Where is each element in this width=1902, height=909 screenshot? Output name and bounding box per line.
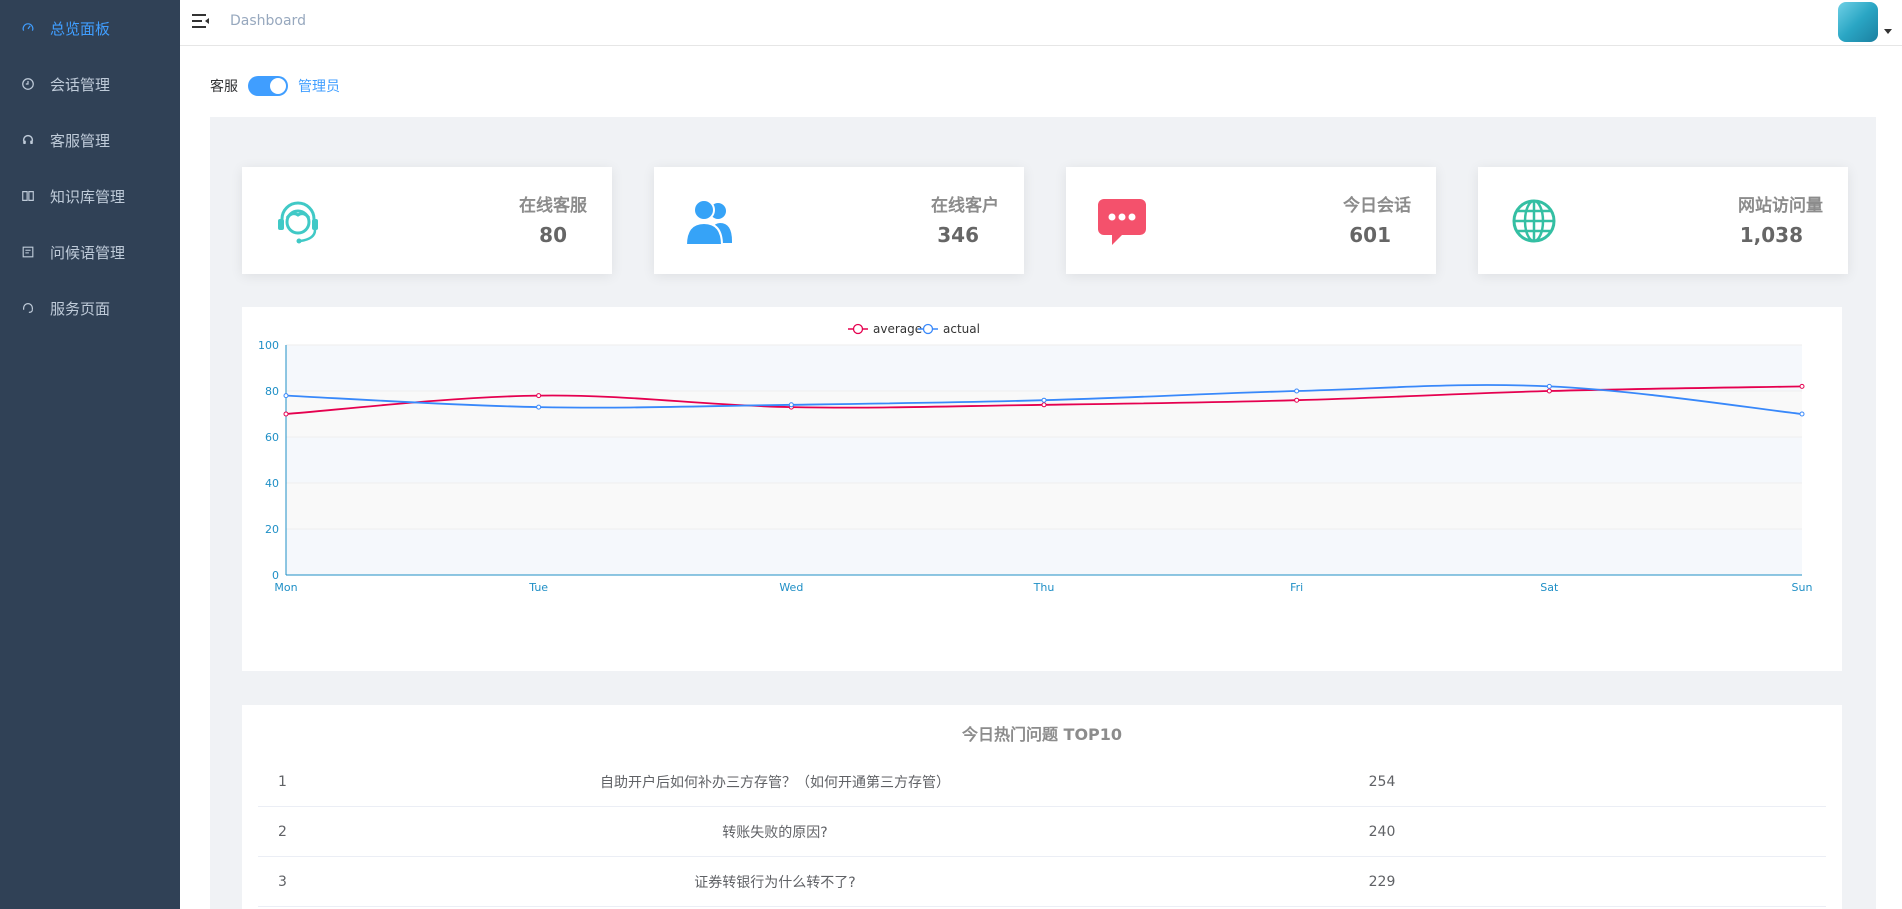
stat-card-today-sessions[interactable]: 今日会话 601 bbox=[1066, 167, 1436, 274]
sidebar-item-service-page[interactable]: 服务页面 bbox=[0, 280, 180, 336]
sidebar-item-label: 客服管理 bbox=[50, 131, 111, 150]
switch-knob bbox=[270, 78, 286, 94]
people-icon bbox=[682, 193, 738, 249]
rank-cell: 3 bbox=[258, 856, 369, 907]
x-tick-label: Mon bbox=[274, 581, 297, 594]
stat-title: 今日会话 bbox=[1343, 196, 1411, 216]
series-point-actual bbox=[788, 402, 794, 408]
series-point-actual bbox=[283, 393, 289, 399]
stat-value: 601 bbox=[1349, 223, 1391, 247]
user-menu[interactable] bbox=[1838, 2, 1892, 42]
globe-icon bbox=[1506, 193, 1562, 249]
series-point-average bbox=[1294, 397, 1300, 403]
grid-band bbox=[286, 345, 1802, 391]
dashboard-icon bbox=[20, 20, 36, 36]
hot-questions-title: 今日热门问题 TOP10 bbox=[961, 725, 1123, 744]
grid-band bbox=[286, 437, 1802, 483]
count-cell: 254 bbox=[1181, 757, 1583, 807]
x-tick-label: Fri bbox=[1290, 581, 1303, 594]
clock-icon bbox=[20, 76, 36, 92]
role-admin-label: 管理员 bbox=[298, 79, 340, 95]
hot-questions-panel: 今日热门问题 TOP10 1 自助开户后如何补办三方存管？（如何开通第三方存管）… bbox=[242, 705, 1842, 909]
sidebar-item-label: 知识库管理 bbox=[50, 187, 126, 206]
x-tick-label: Wed bbox=[779, 581, 803, 594]
series-point-average bbox=[1546, 388, 1552, 394]
y-tick-label: 20 bbox=[265, 523, 279, 536]
sidebar-item-knowledge-base[interactable]: 知识库管理 bbox=[0, 168, 180, 224]
grid-band bbox=[286, 529, 1802, 575]
x-tick-label: Thu bbox=[1033, 581, 1055, 594]
breadcrumb: Dashboard bbox=[230, 13, 306, 29]
stat-title: 在线客户 bbox=[931, 196, 999, 216]
book-icon bbox=[20, 188, 36, 204]
sidebar-item-dashboard[interactable]: 总览面板 bbox=[0, 0, 180, 56]
sidebar-item-greetings[interactable]: 问候语管理 bbox=[0, 224, 180, 280]
series-point-actual bbox=[1041, 397, 1047, 403]
legend-marker-average bbox=[852, 323, 864, 335]
sidebar-item-sessions[interactable]: 会话管理 bbox=[0, 56, 180, 112]
line-chart-svg: 020406080100Mon Tue Wed Thu Fri Sat Sunaverage… bbox=[258, 322, 1813, 594]
headset-icon bbox=[20, 132, 36, 148]
sidebar-item-label: 问候语管理 bbox=[50, 243, 126, 262]
x-tick-label: Sat bbox=[1540, 581, 1559, 594]
question-cell: 转账失败的原因? bbox=[369, 806, 1181, 857]
x-tick-label: Tue bbox=[528, 581, 548, 594]
x-tick-label: Sun bbox=[1792, 581, 1813, 594]
count-cell: 229 bbox=[1181, 856, 1583, 907]
series-point-actual bbox=[1546, 383, 1552, 389]
stat-card-online-agents[interactable]: 在线客服 80 bbox=[242, 167, 612, 274]
legend-label-average: average bbox=[873, 322, 922, 336]
rank-cell: 1 bbox=[258, 757, 369, 807]
customer-service-icon bbox=[270, 193, 326, 249]
y-tick-label: 40 bbox=[265, 477, 279, 490]
chat-bubble-icon bbox=[1094, 193, 1150, 249]
grid-band bbox=[286, 483, 1802, 529]
dashboard-panel: 在线客服 80 在线客户 346 今日会话 601 网站访问量 1,038 0 … bbox=[210, 117, 1876, 909]
series-point-average bbox=[1799, 383, 1805, 389]
y-tick-label: 60 bbox=[265, 431, 279, 444]
sidebar-item-label: 总览面板 bbox=[50, 19, 111, 38]
hamburger-menu-icon[interactable] bbox=[192, 13, 210, 29]
series-point-average bbox=[1041, 402, 1047, 408]
caret-down-icon[interactable] bbox=[1884, 29, 1892, 34]
top-navbar: Dashboard bbox=[180, 0, 1902, 46]
series-point-average bbox=[283, 411, 289, 417]
count-cell: 240 bbox=[1181, 806, 1583, 857]
stat-title: 在线客服 bbox=[519, 196, 587, 216]
legend-marker-actual bbox=[922, 323, 934, 335]
table-row[interactable]: 2 转账失败的原因? 240 bbox=[258, 806, 1826, 857]
avatar[interactable] bbox=[1838, 2, 1878, 42]
sidebar-item-label: 服务页面 bbox=[50, 299, 111, 318]
stat-card-site-visits[interactable]: 网站访问量 1,038 bbox=[1478, 167, 1848, 274]
stat-card-online-customers[interactable]: 在线客户 346 bbox=[654, 167, 1024, 274]
table-row[interactable]: 3 证券转银行为什么转不了? 229 bbox=[258, 856, 1826, 907]
table-row[interactable]: 1 自助开户后如何补办三方存管？（如何开通第三方存管） 254 bbox=[258, 757, 1826, 807]
hot-questions-table: 1 自助开户后如何补办三方存管？（如何开通第三方存管） 254 2 转账失败的原… bbox=[258, 757, 1826, 907]
y-tick-label: 100 bbox=[258, 339, 279, 352]
stat-value: 1,038 bbox=[1739, 223, 1803, 247]
role-switch[interactable] bbox=[248, 76, 288, 96]
legend-label-actual: actual bbox=[943, 322, 980, 336]
series-point-actual bbox=[1799, 411, 1805, 417]
question-cell: 自助开户后如何补办三方存管？（如何开通第三方存管） bbox=[369, 757, 1181, 807]
stat-value: 80 bbox=[539, 223, 567, 247]
series-point-actual bbox=[1294, 388, 1300, 394]
role-agent-label: 客服 bbox=[210, 79, 238, 95]
service-icon bbox=[20, 300, 36, 316]
question-cell: 证券转银行为什么转不了? bbox=[369, 856, 1181, 907]
sidebar-item-agents[interactable]: 客服管理 bbox=[0, 112, 180, 168]
role-toggle: 客服 管理员 bbox=[210, 76, 340, 96]
rank-cell: 2 bbox=[258, 806, 369, 857]
series-point-average bbox=[536, 393, 542, 399]
series-point-actual bbox=[536, 404, 542, 410]
line-chart: 0 20 40 60 80 100 Mon Tue Wed Thu Fri Sat Sun average… bbox=[242, 307, 1842, 671]
stat-value: 346 bbox=[937, 223, 979, 247]
y-tick-label: 80 bbox=[265, 385, 279, 398]
sidebar: 总览面板 会话管理 客服管理 知识库管理 问候语管理 服务页面 bbox=[0, 0, 180, 909]
message-box-icon bbox=[20, 244, 36, 260]
stat-title: 网站访问量 bbox=[1738, 196, 1823, 216]
sidebar-item-label: 会话管理 bbox=[50, 75, 111, 94]
